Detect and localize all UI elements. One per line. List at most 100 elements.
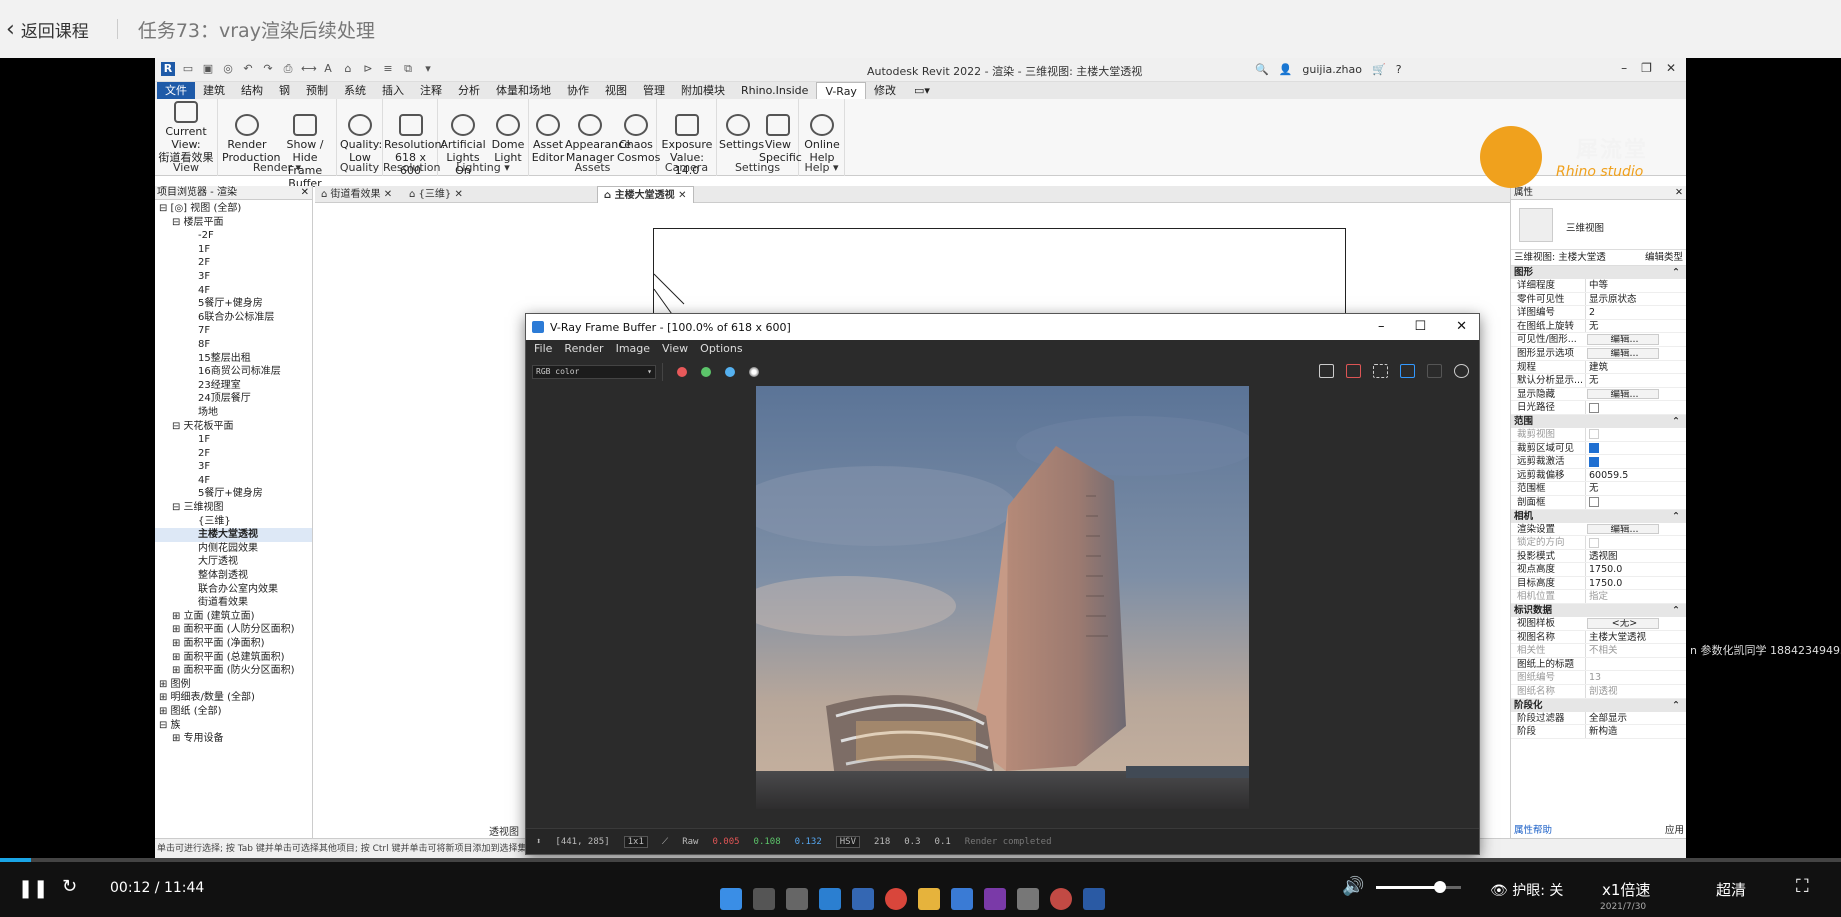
ribbon-tab[interactable]: 系统: [336, 82, 374, 99]
property-value[interactable]: 无: [1585, 319, 1657, 333]
revit-taskbar-icon[interactable]: [1083, 888, 1105, 910]
online-help-button[interactable]: Online Help: [803, 101, 841, 164]
property-value[interactable]: 编辑...: [1587, 388, 1659, 400]
property-value[interactable]: [1585, 441, 1657, 455]
ribbon-tab[interactable]: 体量和场地: [488, 82, 559, 99]
tree-item[interactable]: ⊟ [◎] 视图 (全部): [155, 202, 312, 216]
green-channel-icon[interactable]: [701, 367, 711, 377]
ribbon-tab[interactable]: Rhino.Inside: [733, 82, 816, 99]
settings-button[interactable]: Settings: [719, 101, 764, 151]
group-label-render[interactable]: Render ▾: [218, 161, 336, 174]
eye-protect-toggle[interactable]: 👁 护眼: 关: [1490, 880, 1563, 900]
vfb-menu-item[interactable]: File: [534, 340, 552, 358]
checkbox[interactable]: [1589, 537, 1599, 548]
task-view-icon[interactable]: [786, 888, 808, 910]
checkbox[interactable]: [1589, 456, 1599, 467]
tree-item[interactable]: 主楼大堂透视: [155, 528, 312, 542]
current-view-button[interactable]: Current View: 街道看效果: [157, 101, 215, 164]
rendered-image[interactable]: [756, 386, 1249, 809]
tree-item[interactable]: 5餐厅+健身房: [155, 487, 312, 501]
redo-icon[interactable]: ↷: [261, 62, 275, 76]
ribbon-tab[interactable]: 预制: [298, 82, 336, 99]
property-value[interactable]: <无>: [1587, 618, 1659, 629]
property-value[interactable]: 编辑...: [1587, 523, 1659, 535]
alpha-channel-icon[interactable]: [749, 367, 759, 377]
type-selector[interactable]: 三维视图: [1511, 200, 1686, 250]
property-group-header[interactable]: 相机 ⌃: [1511, 509, 1686, 523]
tree-item[interactable]: 6联合办公标准层: [155, 311, 312, 325]
sync-icon[interactable]: ◎: [221, 62, 235, 76]
property-value[interactable]: 无: [1585, 374, 1657, 387]
checkbox[interactable]: [1589, 402, 1599, 413]
tree-item[interactable]: 3F: [155, 270, 312, 284]
search-icon[interactable]: [753, 888, 775, 910]
open-icon[interactable]: ▭: [181, 62, 195, 76]
vfb-menu-item[interactable]: View: [662, 340, 688, 358]
collapse-icon[interactable]: ⌃: [1672, 510, 1680, 523]
ribbon-tab[interactable]: 结构: [233, 82, 271, 99]
close-icon[interactable]: ✕: [1666, 61, 1676, 75]
tree-item[interactable]: 15整层出租: [155, 352, 312, 366]
back-to-course-button[interactable]: ‹ 返回课程: [6, 17, 89, 42]
ribbon-tab[interactable]: 注释: [412, 82, 450, 99]
property-value[interactable]: 中等: [1585, 279, 1657, 292]
property-value[interactable]: 1750.0: [1585, 576, 1657, 590]
property-value[interactable]: 编辑...: [1587, 347, 1659, 359]
tag-icon[interactable]: A: [321, 62, 335, 76]
eyedropper-icon[interactable]: ⟋: [662, 837, 668, 847]
vfb-menu-item[interactable]: Options: [700, 340, 742, 358]
tree-item[interactable]: ⊞ 明细表/数量 (全部): [155, 691, 312, 705]
tree-item[interactable]: 大厅透视: [155, 555, 312, 569]
property-value[interactable]: [1585, 427, 1657, 441]
volume-icon[interactable]: 🔊: [1342, 876, 1364, 897]
property-value[interactable]: 主楼大堂透视: [1585, 630, 1657, 644]
ribbon-tab[interactable]: 建筑: [195, 82, 233, 99]
property-value[interactable]: 显示原状态: [1585, 292, 1657, 306]
tree-item[interactable]: 内侧花园效果: [155, 542, 312, 556]
tree-item[interactable]: ⊟ 楼层平面: [155, 216, 312, 230]
doc-tab-street-view[interactable]: ⌂ 街道看效果 ✕: [315, 186, 398, 203]
volume-knob[interactable]: [1433, 881, 1446, 893]
tree-item[interactable]: ⊟ 族: [155, 719, 312, 733]
property-value[interactable]: 透视图: [1585, 549, 1657, 563]
tree-item[interactable]: ⊞ 面积平面 (人防分区面积): [155, 623, 312, 637]
close-icon[interactable]: ✕: [301, 186, 309, 200]
property-value[interactable]: 编辑...: [1587, 334, 1659, 345]
checkbox[interactable]: [1589, 497, 1599, 508]
collapse-icon[interactable]: ⌃: [1672, 604, 1680, 617]
undo-icon[interactable]: ↶: [241, 62, 255, 76]
folder-icon[interactable]: [918, 888, 940, 910]
tree-item[interactable]: 4F: [155, 284, 312, 298]
tree-item[interactable]: 街道看效果: [155, 596, 312, 610]
tree-item[interactable]: ⊞ 面积平面 (总建筑面积): [155, 651, 312, 665]
widgets-icon[interactable]: [819, 888, 841, 910]
track-mouse-icon[interactable]: [1400, 364, 1415, 378]
save-image-icon[interactable]: [1319, 364, 1334, 378]
color-mode-select[interactable]: HSV: [835, 835, 860, 848]
tree-item[interactable]: 联合办公室内效果: [155, 583, 312, 597]
property-value[interactable]: 不相关: [1585, 644, 1657, 657]
tree-item[interactable]: 23经理室: [155, 379, 312, 393]
chaos-cosmos-button[interactable]: Chaos Cosmos: [617, 101, 660, 164]
tree-item[interactable]: 1F: [155, 243, 312, 257]
properties-help-link[interactable]: 属性帮助: [1514, 824, 1552, 838]
video-progress-bar[interactable]: [0, 858, 1841, 862]
tree-item[interactable]: ⊞ 图例: [155, 678, 312, 692]
section-icon[interactable]: ⊳: [361, 62, 375, 76]
ribbon-tab[interactable]: 管理: [635, 82, 673, 99]
maximize-icon[interactable]: ☐: [1414, 319, 1426, 334]
tree-item[interactable]: 2F: [155, 256, 312, 270]
tree-item[interactable]: ⊞ 立面 (建筑立面): [155, 610, 312, 624]
property-value[interactable]: 13: [1585, 671, 1657, 685]
property-value[interactable]: [1585, 495, 1657, 509]
music-icon[interactable]: [1050, 888, 1072, 910]
save-icon[interactable]: ▣: [201, 62, 215, 76]
instance-selector[interactable]: 三维视图: 主楼大堂透 编辑类型: [1511, 250, 1686, 266]
zoom-select[interactable]: 1x1: [623, 835, 648, 848]
collapse-icon[interactable]: ⌃: [1672, 266, 1680, 279]
quality-button[interactable]: 超清: [1716, 879, 1746, 900]
mail-icon[interactable]: [951, 888, 973, 910]
tree-item[interactable]: 1F: [155, 433, 312, 447]
vfb-menu-item[interactable]: Render: [564, 340, 603, 358]
ribbon-tab[interactable]: 附加模块: [673, 82, 733, 99]
